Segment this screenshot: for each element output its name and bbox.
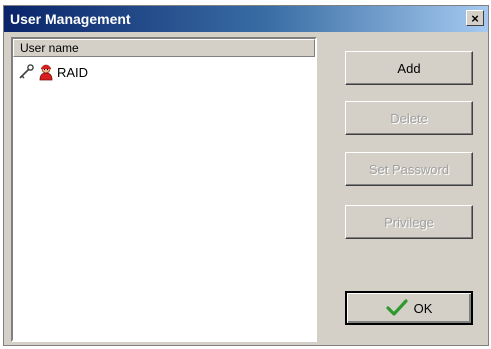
ok-button-label: OK [413,300,433,316]
list-item-label: RAID [57,64,89,80]
set-password-button[interactable]: Set Password [345,152,473,186]
column-header-user-name[interactable]: User name [13,39,315,57]
add-button-label: Add [397,60,421,76]
privilege-button[interactable]: Privilege [345,205,473,239]
privilege-button-label: Privilege [384,214,434,230]
title-bar[interactable]: User Management × [4,6,488,32]
list-item[interactable]: RAID [17,63,88,81]
close-button[interactable]: × [466,10,484,26]
checkmark-icon [385,299,408,316]
set-password-button-label: Set Password [368,161,450,177]
ok-button[interactable]: OK [345,291,473,325]
delete-button[interactable]: Delete [345,101,473,135]
user-management-dialog: User Management × User name RAID Add Del… [3,5,489,346]
delete-button-label: Delete [390,110,428,126]
key-icon [19,64,34,79]
close-icon: × [471,10,479,26]
dialog-title: User Management [10,11,131,27]
add-button[interactable]: Add [345,51,473,85]
user-icon [39,64,53,81]
user-list[interactable]: User name RAID [11,37,317,342]
